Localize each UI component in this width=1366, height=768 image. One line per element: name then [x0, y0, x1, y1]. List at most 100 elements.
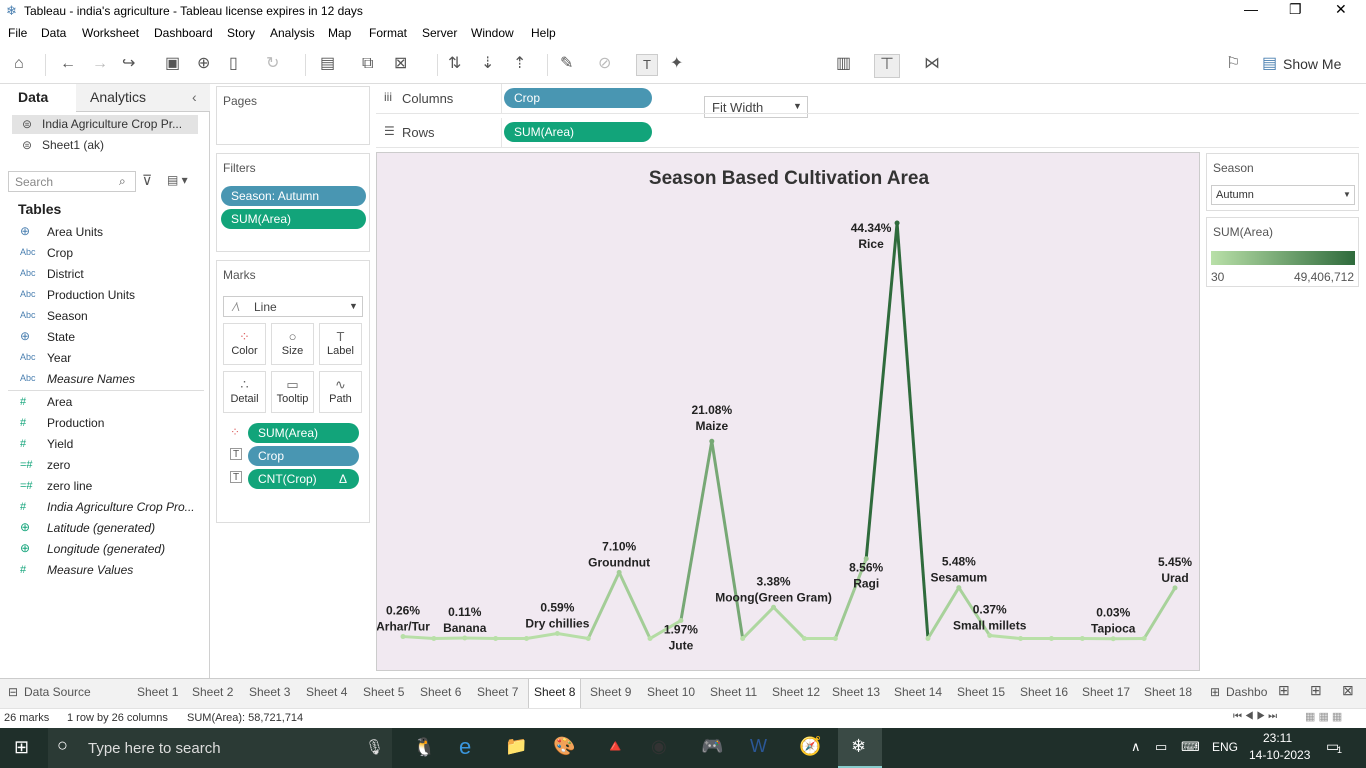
page-nav-icon[interactable]: ⏮ ◀ ▶ ⏭ — [1233, 711, 1277, 722]
new-dashboard-icon[interactable]: ⊞ — [1310, 682, 1322, 699]
new-worksheet-icon[interactable]: ▤ — [320, 54, 335, 74]
show-me-icon[interactable]: ▤ — [1262, 54, 1277, 74]
file-explorer-icon[interactable]: 📁 — [505, 736, 527, 757]
data-point[interactable] — [1141, 636, 1147, 642]
field-item[interactable]: # India Agriculture Crop Pro... — [0, 497, 205, 518]
field-item[interactable]: ⊕ State — [0, 327, 205, 348]
filter-icon[interactable]: ⊽ — [142, 172, 152, 189]
swap-icon[interactable]: ⇅ — [448, 54, 461, 74]
sheet-tab[interactable]: Sheet 16 — [1020, 685, 1068, 699]
data-point[interactable] — [1172, 585, 1178, 591]
battery-icon[interactable]: ▭ — [1155, 739, 1167, 755]
field-item[interactable]: =# zero line — [0, 476, 205, 497]
data-point[interactable] — [400, 634, 406, 640]
data-point[interactable] — [925, 636, 931, 642]
filter-pill-sum-area[interactable]: SUM(Area) — [221, 209, 366, 229]
sheet-tab[interactable]: Sheet 7 — [477, 685, 518, 699]
format-painter-icon[interactable]: ⚐ — [1226, 54, 1240, 74]
undo-icon[interactable]: ← — [60, 54, 76, 74]
field-item[interactable]: # Yield — [0, 434, 205, 455]
sheet-tab[interactable]: Sheet 13 — [832, 685, 880, 699]
field-item[interactable]: ⊕ Area Units — [0, 222, 205, 243]
field-item[interactable]: =# zero — [0, 455, 205, 476]
data-point[interactable] — [585, 636, 591, 642]
filter-pill-season[interactable]: Season: Autumn — [221, 186, 366, 206]
datasource-item[interactable]: ⊜ India Agriculture Crop Pr... — [12, 115, 198, 134]
data-point[interactable] — [771, 604, 777, 610]
data-point[interactable] — [987, 633, 993, 639]
field-item[interactable]: # Production — [0, 413, 205, 434]
data-point[interactable] — [801, 636, 807, 642]
size-button[interactable]: ○ Size — [271, 323, 314, 365]
menu-file[interactable]: File — [8, 26, 27, 40]
data-point[interactable] — [616, 569, 622, 575]
detail-button[interactable]: ∴ Detail — [223, 371, 266, 413]
menu-dashboard[interactable]: Dashboard — [154, 26, 213, 40]
menu-window[interactable]: Window — [471, 26, 514, 40]
pin-icon[interactable]: ✦ — [670, 54, 683, 74]
data-point[interactable] — [894, 220, 900, 226]
data-source-tab[interactable]: Data Source — [8, 685, 91, 699]
menu-analysis[interactable]: Analysis — [270, 26, 315, 40]
clock-date[interactable]: 14-10-2023 — [1249, 748, 1310, 762]
word-icon[interactable]: W — [750, 736, 767, 757]
sheet-tab[interactable]: Sheet 3 — [249, 685, 290, 699]
view-options-icon[interactable]: ▤ ▾ — [167, 173, 188, 187]
path-button[interactable]: ∿ Path — [319, 371, 362, 413]
tab-analytics[interactable]: Analytics ‹ — [76, 84, 210, 112]
vlc-icon[interactable]: 🔺 — [604, 736, 626, 757]
sheet-tab[interactable]: Sheet 9 — [590, 685, 631, 699]
sheet-tab[interactable]: Sheet 5 — [363, 685, 404, 699]
field-item[interactable]: Abc District — [0, 264, 205, 285]
menu-story[interactable]: Story — [227, 26, 255, 40]
data-point[interactable] — [524, 636, 530, 642]
sheet-tab[interactable]: Sheet 17 — [1082, 685, 1130, 699]
language-indicator[interactable]: ENG — [1212, 740, 1238, 754]
sheet-tab[interactable]: Sheet 6 — [420, 685, 461, 699]
show-me-label[interactable]: Show Me — [1283, 56, 1341, 72]
clock-time[interactable]: 23:11 — [1263, 731, 1292, 745]
restore-icon[interactable]: ❐ — [1289, 1, 1302, 18]
rows-pill-sum-area[interactable]: SUM(Area) — [504, 122, 652, 142]
collapse-icon[interactable]: ‹ — [192, 89, 197, 105]
edge-icon[interactable]: e — [459, 734, 471, 760]
menu-map[interactable]: Map — [328, 26, 351, 40]
sheet-tab[interactable]: Sheet 14 — [894, 685, 942, 699]
sheet-tab[interactable]: Sheet 11 — [710, 685, 757, 699]
share-icon[interactable]: ⋈ — [924, 54, 940, 74]
mark-pill-sum-area[interactable]: SUM(Area) — [248, 423, 359, 443]
field-item[interactable]: ⊕ Longitude (generated) — [0, 539, 205, 560]
app-icon[interactable]: 🧭 — [799, 736, 821, 757]
minimize-icon[interactable]: — — [1244, 1, 1258, 17]
pause-updates-icon[interactable]: ▯ — [229, 54, 238, 74]
field-item[interactable]: Abc Season — [0, 306, 205, 327]
sheet-tab[interactable]: Sheet 18 — [1144, 685, 1192, 699]
sheet-tab[interactable]: Sheet 8 — [528, 679, 582, 708]
data-point[interactable] — [1110, 636, 1116, 642]
mark-pill-crop[interactable]: Crop — [248, 446, 359, 466]
datasource-item[interactable]: ⊜ Sheet1 (ak) — [12, 136, 198, 155]
field-item[interactable]: Abc Crop — [0, 243, 205, 264]
data-point[interactable] — [1048, 636, 1054, 642]
game-icon[interactable]: 🎮 — [701, 736, 723, 757]
data-point[interactable] — [1079, 636, 1085, 642]
duplicate-icon[interactable]: ⧉ — [362, 54, 373, 74]
tooltip-button[interactable]: ▭ Tooltip — [271, 371, 314, 413]
label-button[interactable]: T Label — [319, 323, 362, 365]
new-datasource-icon[interactable]: ⊕ — [197, 54, 210, 74]
data-point[interactable] — [956, 585, 962, 591]
field-item[interactable]: ⊕ Latitude (generated) — [0, 518, 205, 539]
home-icon[interactable]: ⌂ — [14, 54, 24, 74]
chrome-icon[interactable]: ◉ — [651, 736, 667, 757]
windows-start-icon[interactable]: ⊞ — [14, 737, 29, 758]
menu-worksheet[interactable]: Worksheet — [82, 26, 139, 40]
data-point[interactable] — [740, 636, 746, 642]
grid-view-icon[interactable]: ▦ ▦ ▦ — [1305, 710, 1342, 723]
cards-icon[interactable]: ▥ — [836, 54, 851, 74]
data-point[interactable] — [493, 636, 499, 642]
columns-pill-crop[interactable]: Crop — [504, 88, 652, 108]
data-point[interactable] — [647, 636, 653, 642]
sort-asc-icon[interactable]: ⇣ — [481, 54, 494, 74]
data-point[interactable] — [1018, 636, 1024, 642]
sort-desc-icon[interactable]: ⇡ — [513, 54, 526, 74]
